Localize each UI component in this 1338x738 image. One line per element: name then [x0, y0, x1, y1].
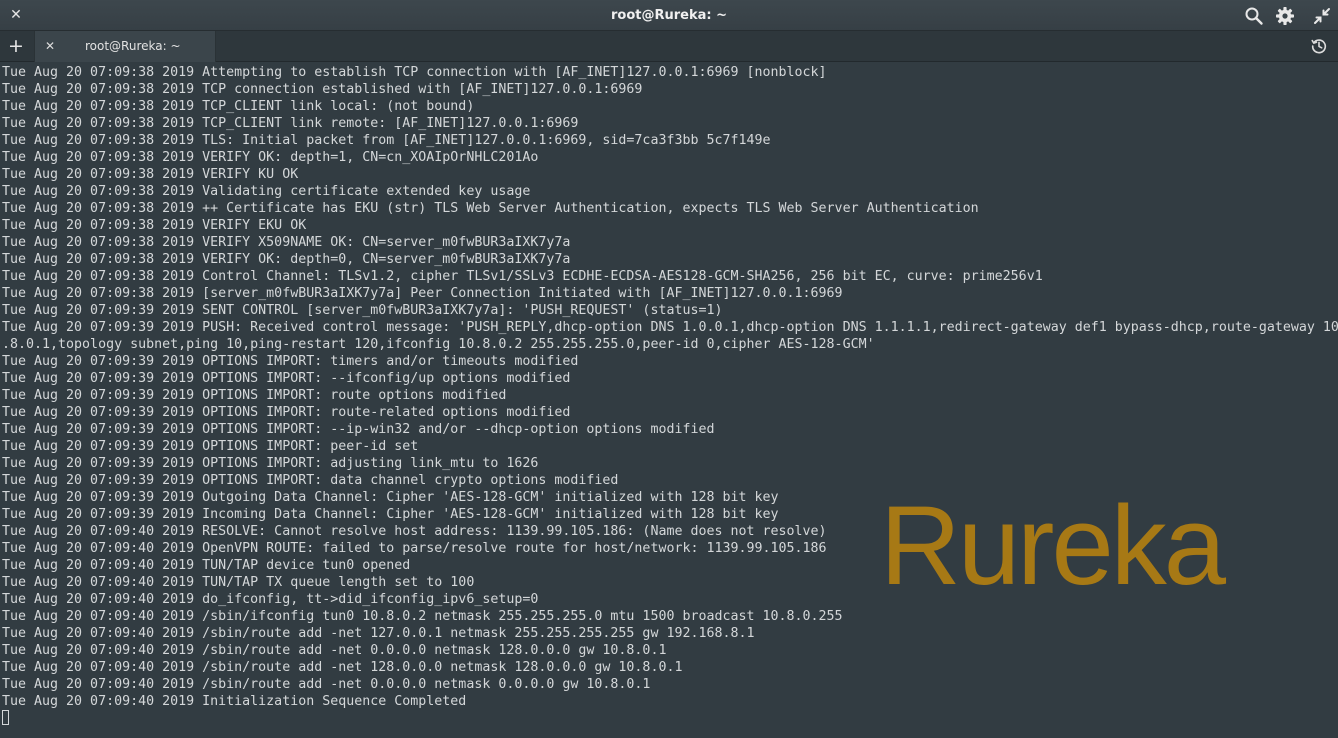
- tab-label: root@Rureka: ~: [85, 39, 181, 53]
- output-line: Tue Aug 20 07:09:40 2019 /sbin/route add…: [2, 660, 683, 675]
- output-line: Tue Aug 20 07:09:38 2019 [server_m0fwBUR…: [2, 286, 843, 301]
- output-line: Tue Aug 20 07:09:38 2019 TCP connection …: [2, 82, 643, 97]
- output-line: Tue Aug 20 07:09:38 2019 Attempting to e…: [2, 65, 827, 80]
- output-line: Tue Aug 20 07:09:38 2019 ++ Certificate …: [2, 201, 979, 216]
- output-line: Tue Aug 20 07:09:38 2019 VERIFY OK: dept…: [2, 252, 571, 267]
- rureka-watermark: Rureka: [880, 483, 1226, 608]
- output-line: Tue Aug 20 07:09:40 2019 Initialization …: [2, 694, 467, 709]
- output-line: Tue Aug 20 07:09:39 2019 OPTIONS IMPORT:…: [2, 405, 571, 420]
- output-line: Tue Aug 20 07:09:38 2019 VERIFY KU OK: [2, 167, 299, 182]
- output-line: Tue Aug 20 07:09:40 2019 /sbin/route add…: [2, 677, 651, 692]
- output-line: Tue Aug 20 07:09:39 2019 SENT CONTROL [s…: [2, 303, 723, 318]
- tab-root-rureka[interactable]: ✕ root@Rureka: ~: [34, 31, 216, 62]
- output-line: Tue Aug 20 07:09:38 2019 TCP_CLIENT link…: [2, 116, 579, 131]
- restore-icon[interactable]: [1312, 6, 1332, 26]
- output-line: Tue Aug 20 07:09:39 2019 OPTIONS IMPORT:…: [2, 354, 579, 369]
- close-icon[interactable]: ✕: [43, 38, 57, 54]
- output-line: Tue Aug 20 07:09:39 2019 PUSH: Received …: [2, 320, 1338, 335]
- output-line: Tue Aug 20 07:09:38 2019 VERIFY EKU OK: [2, 218, 307, 233]
- output-line: Tue Aug 20 07:09:38 2019 Control Channel…: [2, 269, 1043, 284]
- output-line: Tue Aug 20 07:09:39 2019 OPTIONS IMPORT:…: [2, 439, 419, 454]
- output-lines: Tue Aug 20 07:09:38 2019 Attempting to e…: [2, 64, 1338, 710]
- output-line: Tue Aug 20 07:09:39 2019 OPTIONS IMPORT:…: [2, 456, 539, 471]
- terminal-window: ✕ root@Rureka: ~ + ✕ root@Rureka: ~ Tue …: [0, 0, 1338, 738]
- window-title: root@Rureka: ~: [610, 8, 728, 23]
- output-line: Tue Aug 20 07:09:38 2019 VERIFY X509NAME…: [2, 235, 571, 250]
- output-line: Tue Aug 20 07:09:38 2019 Validating cert…: [2, 184, 531, 199]
- tab-bar: + ✕ root@Rureka: ~: [0, 31, 1338, 62]
- close-icon[interactable]: ✕: [8, 6, 24, 24]
- terminal-cursor: [2, 710, 9, 725]
- plus-icon[interactable]: +: [6, 36, 26, 56]
- output-line: Tue Aug 20 07:09:38 2019 TCP_CLIENT link…: [2, 99, 475, 114]
- output-line: Tue Aug 20 07:09:39 2019 OPTIONS IMPORT:…: [2, 371, 571, 386]
- output-line: Tue Aug 20 07:09:39 2019 OPTIONS IMPORT:…: [2, 388, 507, 403]
- output-line: Tue Aug 20 07:09:40 2019 /sbin/route add…: [2, 643, 667, 658]
- output-line: Tue Aug 20 07:09:40 2019 /sbin/route add…: [2, 626, 755, 641]
- search-icon[interactable]: [1244, 6, 1264, 26]
- terminal-output[interactable]: Tue Aug 20 07:09:38 2019 Attempting to e…: [0, 63, 1338, 738]
- gear-icon[interactable]: [1275, 6, 1295, 26]
- history-icon[interactable]: [1310, 37, 1328, 55]
- output-line: Tue Aug 20 07:09:39 2019 OPTIONS IMPORT:…: [2, 422, 715, 437]
- output-line: .8.0.1,topology subnet,ping 10,ping-rest…: [2, 337, 875, 352]
- output-line: Tue Aug 20 07:09:38 2019 TLS: Initial pa…: [2, 133, 771, 148]
- output-line: Tue Aug 20 07:09:38 2019 VERIFY OK: dept…: [2, 150, 539, 165]
- title-bar: ✕ root@Rureka: ~: [0, 0, 1338, 31]
